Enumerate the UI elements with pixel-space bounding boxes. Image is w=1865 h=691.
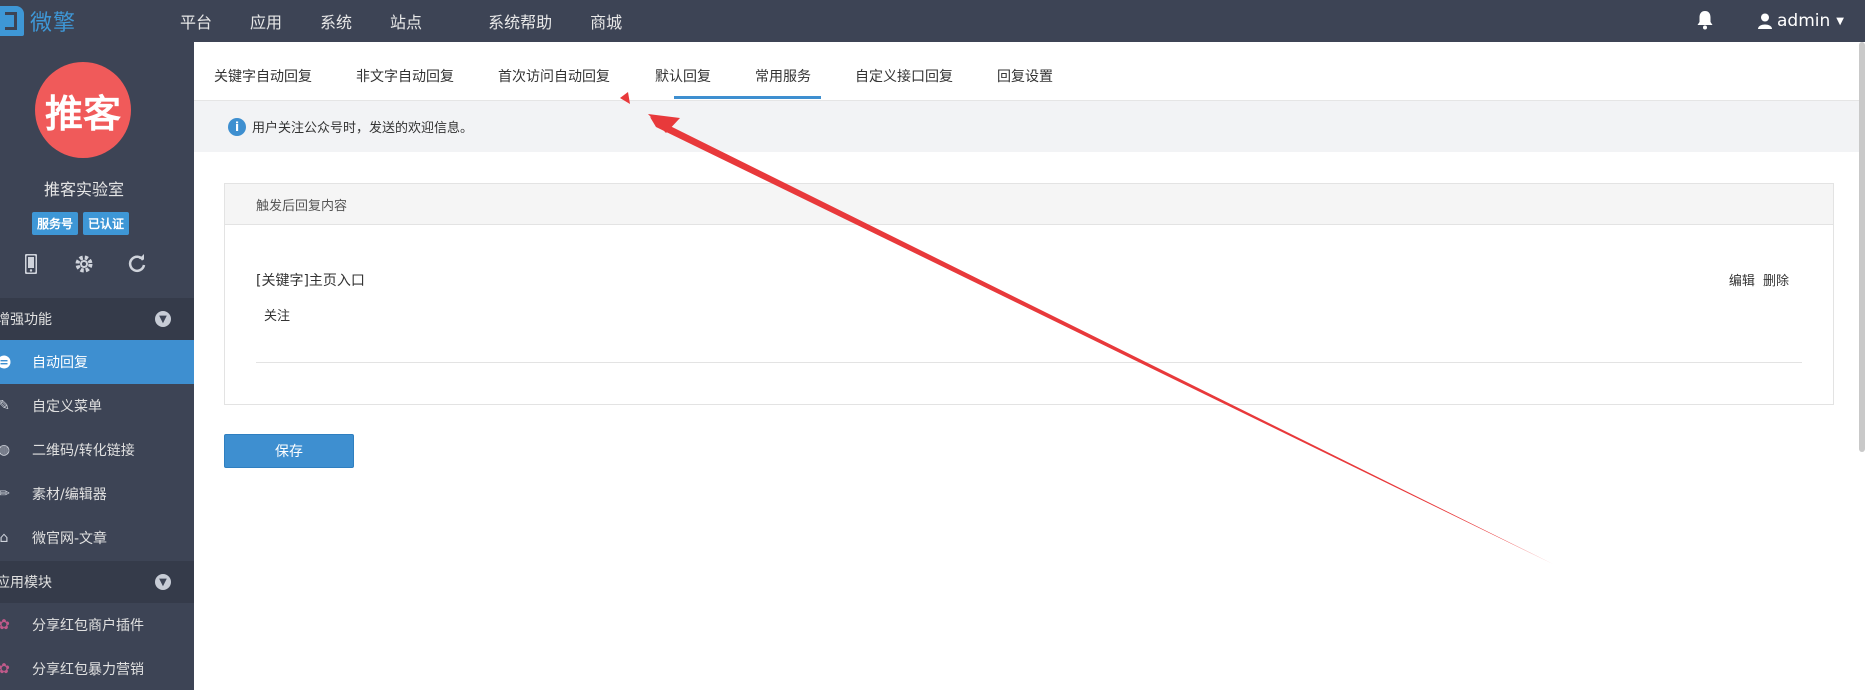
account-avatar: 推客: [35, 62, 131, 158]
info-icon: i: [228, 117, 246, 136]
rule-title: [关键字]主页入口: [256, 273, 365, 289]
pencil-icon: ✏: [0, 486, 10, 502]
app-module-icon: ✿: [0, 617, 10, 633]
save-button[interactable]: 保存: [224, 434, 354, 468]
user-menu[interactable]: admin ▼: [1758, 0, 1844, 42]
refresh-icon[interactable]: [125, 252, 149, 276]
badge-service-account: 服务号: [32, 212, 79, 235]
tab-custom-api-reply[interactable]: 自定义接口回复: [855, 66, 953, 86]
sidebar-item-label: 二维码/转化链接: [32, 443, 135, 459]
gear-icon[interactable]: [72, 252, 96, 276]
section-title: 应用模块: [0, 575, 52, 591]
brand-logo[interactable]: 微擎: [0, 0, 120, 42]
account-actions: [0, 252, 168, 276]
rule-actions: 编辑 删除: [1725, 270, 1789, 289]
sidebar-item-label: 分享红包商户插件: [32, 618, 144, 634]
page-scrollbar[interactable]: [1859, 42, 1865, 452]
user-name: admin: [1777, 11, 1831, 31]
nav-item-site[interactable]: 站点: [390, 9, 422, 33]
tab-keyword-reply[interactable]: 关键字自动回复: [214, 66, 312, 86]
account-name: 推客实验室: [43, 180, 124, 199]
sidebar-item-label: 自动回复: [32, 355, 88, 371]
tab-first-visit-reply[interactable]: 首次访问自动回复: [498, 66, 610, 86]
sidebar-item-materials[interactable]: ✏ 素材/编辑器: [0, 472, 194, 516]
sidebar-section-enhanced[interactable]: 增强功能 ▼: [0, 298, 194, 340]
menu-icon: ✎: [0, 398, 10, 414]
edit-link[interactable]: 编辑: [1729, 274, 1755, 289]
sidebar-item-label: 分享红包暴力营销: [32, 662, 144, 678]
delete-link[interactable]: 删除: [1763, 274, 1789, 289]
sidebar-item-microsite[interactable]: ⌂ 微官网-文章: [0, 516, 194, 560]
sidebar-item-label: 微官网-文章: [32, 531, 108, 547]
info-text: 用户关注公众号时，发送的欢迎信息。: [252, 121, 474, 136]
info-alert: i 用户关注公众号时，发送的欢迎信息。: [194, 101, 1865, 152]
app-module-icon: ✿: [0, 661, 10, 677]
nav-item-platform[interactable]: 平台: [180, 9, 212, 33]
sidebar-section-app-modules[interactable]: 应用模块 ▼: [0, 561, 194, 603]
account-badges: 服务号 已认证: [32, 212, 130, 235]
sidebar-item-redpacket-merchant[interactable]: ✿ 分享红包商户插件: [0, 603, 194, 647]
tab-common-services[interactable]: 常用服务: [755, 66, 811, 86]
sidebar-item-qrcode[interactable]: ◍ 二维码/转化链接: [0, 428, 194, 472]
chevron-down-icon: ▼: [155, 574, 171, 590]
home-icon: ⌂: [0, 530, 9, 546]
nav-item-help[interactable]: 系统帮助: [488, 9, 552, 33]
tab-reply-settings[interactable]: 回复设置: [997, 66, 1053, 86]
panel-title: 触发后回复内容: [225, 184, 1833, 225]
sidebar-item-redpacket-marketing[interactable]: ✿ 分享红包暴力营销: [0, 647, 194, 691]
nav-item-apps[interactable]: 应用: [250, 9, 282, 33]
chat-icon: [0, 354, 12, 370]
divider: [256, 362, 1802, 363]
sidebar-item-label: 素材/编辑器: [32, 487, 107, 503]
active-tab-indicator: [674, 96, 821, 99]
reply-content-panel: 触发后回复内容 [关键字]主页入口 编辑 删除 关注: [224, 183, 1834, 405]
bell-icon[interactable]: [1696, 10, 1714, 30]
nav-item-mall[interactable]: 商城: [590, 9, 622, 33]
logo-icon: [0, 6, 24, 36]
badge-verified: 已认证: [83, 212, 130, 235]
top-nav-menu: 平台 应用 系统 站点 系统帮助 商城: [180, 0, 660, 42]
chevron-down-icon: ▼: [1836, 15, 1844, 27]
mobile-icon[interactable]: [19, 252, 43, 276]
chevron-down-icon: ▼: [155, 311, 171, 327]
nav-item-system[interactable]: 系统: [320, 9, 352, 33]
tab-default-reply[interactable]: 默认回复: [655, 66, 711, 86]
sidebar: 推客 推客实验室 服务号 已认证 增强功能 ▼ 自动回复 ✎ 自定义菜单 ◍ 二…: [0, 42, 194, 690]
logo-text: 微擎: [30, 11, 77, 36]
section-title: 增强功能: [0, 312, 52, 328]
top-navbar: 微擎 平台 应用 系统 站点 系统帮助 商城 admin ▼: [0, 0, 1865, 42]
rule-keyword: 关注: [264, 309, 291, 324]
sidebar-item-auto-reply[interactable]: 自动回复: [0, 340, 194, 384]
reply-tabs: 关键字自动回复 非文字自动回复 首次访问自动回复 默认回复 常用服务 自定义接口…: [194, 42, 1865, 101]
user-icon: [1758, 13, 1772, 29]
sidebar-item-label: 自定义菜单: [32, 399, 102, 415]
tab-non-text-reply[interactable]: 非文字自动回复: [356, 66, 454, 86]
sidebar-item-custom-menu[interactable]: ✎ 自定义菜单: [0, 384, 194, 428]
link-icon: ◍: [0, 442, 11, 458]
